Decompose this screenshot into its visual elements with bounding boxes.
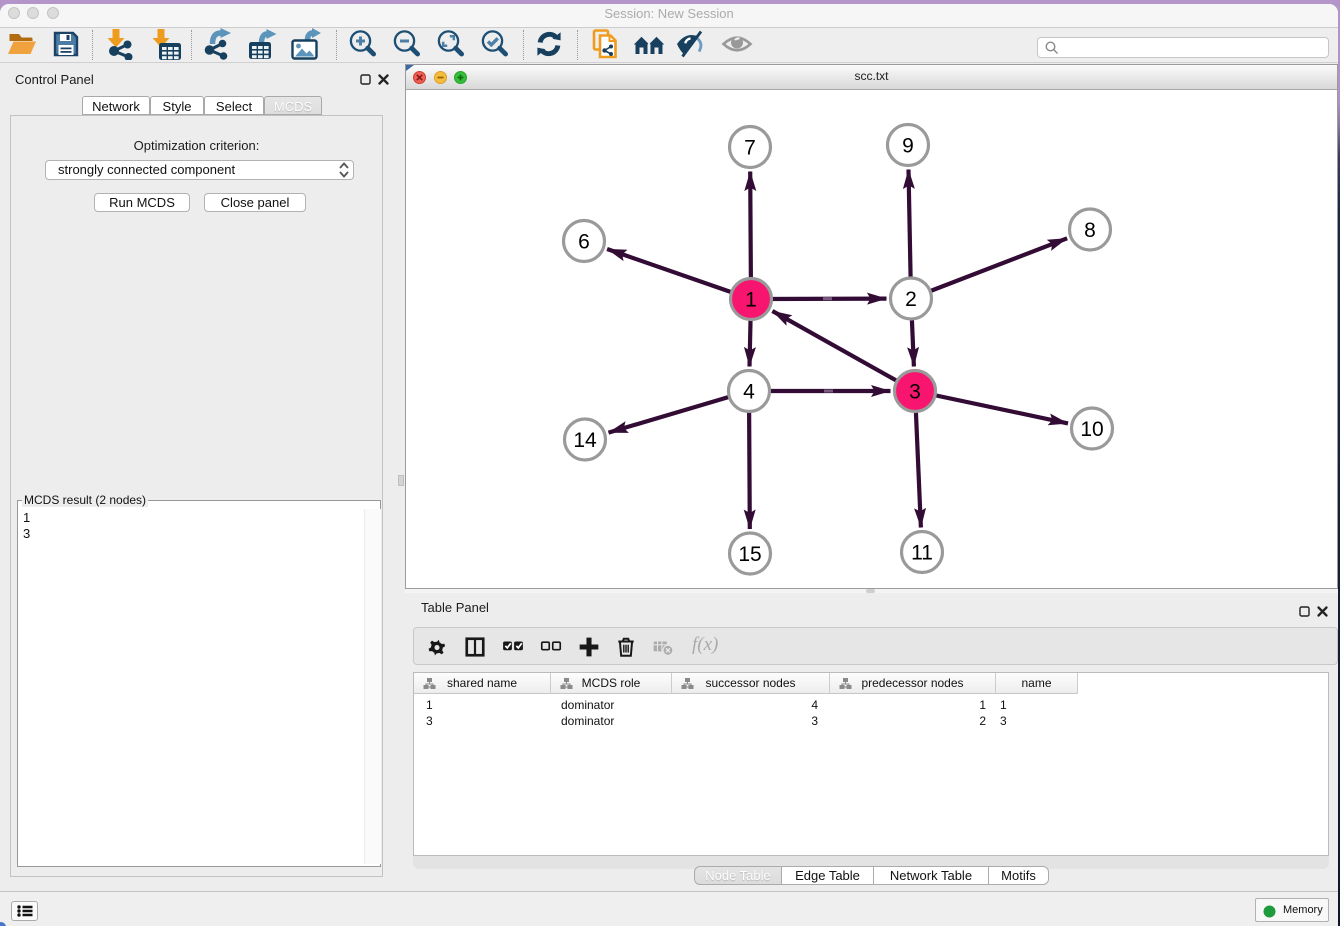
svg-text:3: 3 <box>909 381 921 404</box>
svg-text:9: 9 <box>902 135 914 158</box>
svg-text:4: 4 <box>743 381 755 404</box>
svg-text:11: 11 <box>911 542 933 565</box>
svg-text:2: 2 <box>905 288 917 311</box>
svg-text:10: 10 <box>1080 418 1103 441</box>
svg-text:7: 7 <box>744 137 756 160</box>
svg-text:6: 6 <box>578 231 590 254</box>
svg-text:14: 14 <box>573 429 597 452</box>
svg-text:15: 15 <box>738 543 761 566</box>
svg-text:8: 8 <box>1084 219 1096 242</box>
svg-text:1: 1 <box>745 289 757 312</box>
